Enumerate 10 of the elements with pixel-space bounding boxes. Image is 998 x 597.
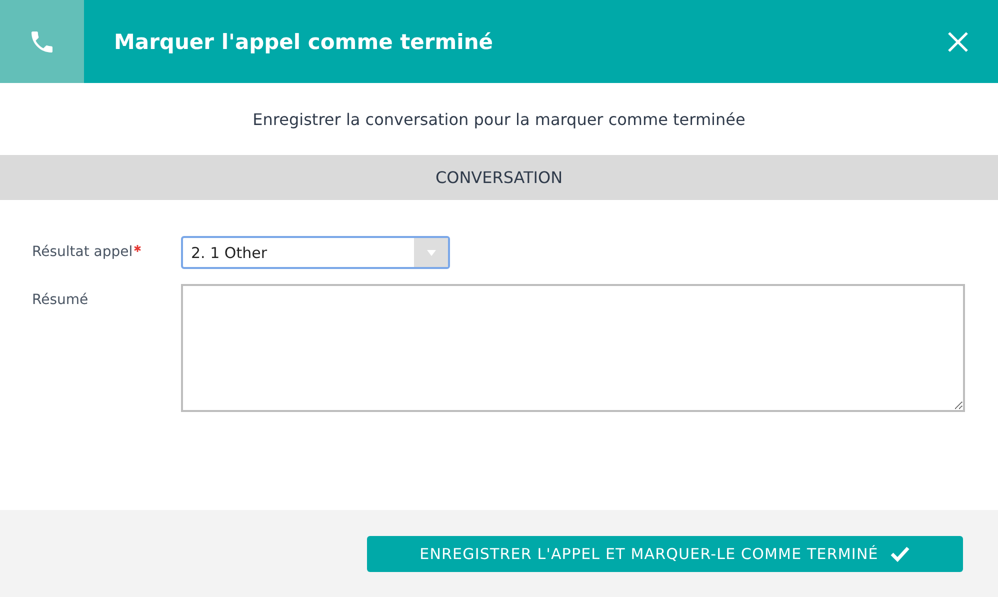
section-title: CONVERSATION [435, 168, 563, 187]
check-icon [890, 546, 910, 562]
dialog-title: Marquer l'appel comme terminé [114, 30, 494, 54]
result-select[interactable]: 2. 1 Other [181, 236, 450, 269]
field-label: Résultat appel [32, 244, 133, 260]
dialog-subtitle: Enregistrer la conversation pour la marquer comme terminée [252, 110, 746, 130]
summary-field[interactable] [181, 284, 965, 412]
field-label: Résumé [32, 292, 88, 308]
caret-icon [426, 250, 436, 256]
close-icon [946, 30, 970, 54]
